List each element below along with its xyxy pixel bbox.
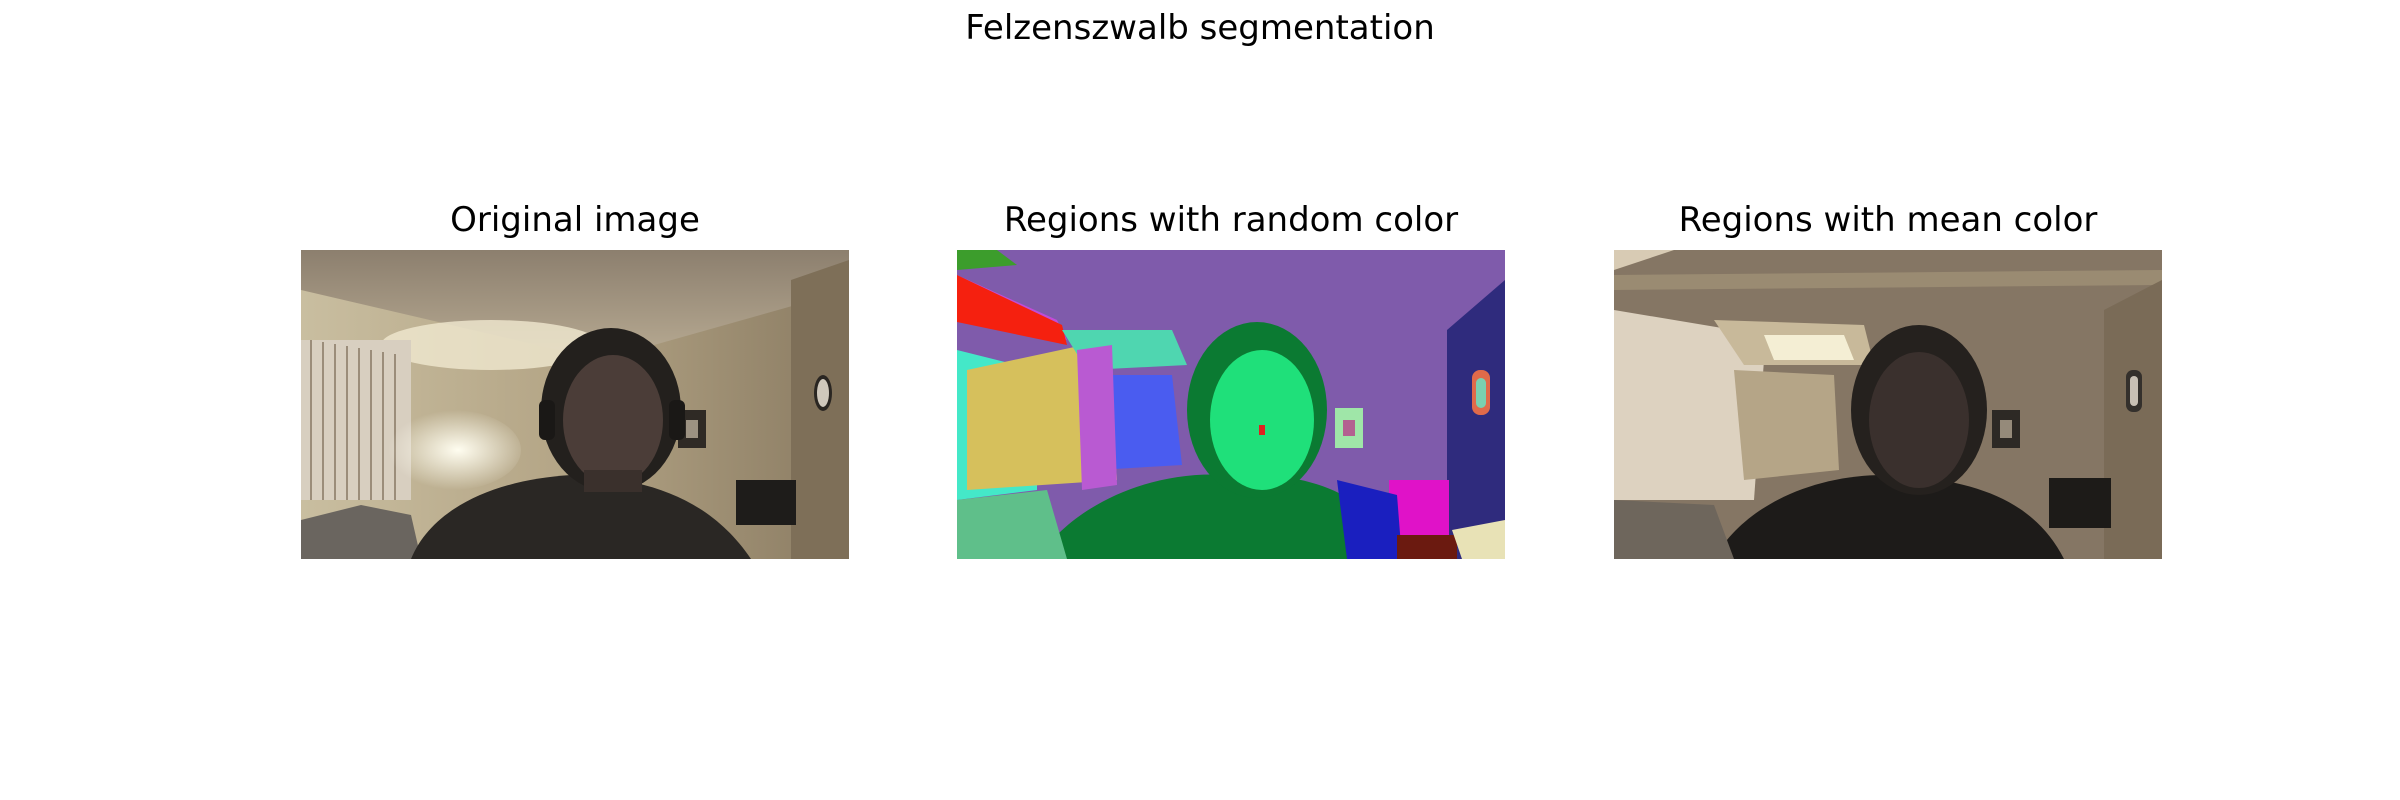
random-color-segmentation [957, 250, 1505, 559]
figure-title: Felzenszwalb segmentation [965, 8, 1435, 48]
panel-title-random-color: Regions with random color [1003, 200, 1459, 240]
panel-title-mean-color: Regions with mean color [1678, 200, 2098, 240]
panel-title-original: Original image [450, 200, 700, 240]
original-image [301, 250, 849, 559]
mean-color-segmentation [1614, 250, 2162, 559]
